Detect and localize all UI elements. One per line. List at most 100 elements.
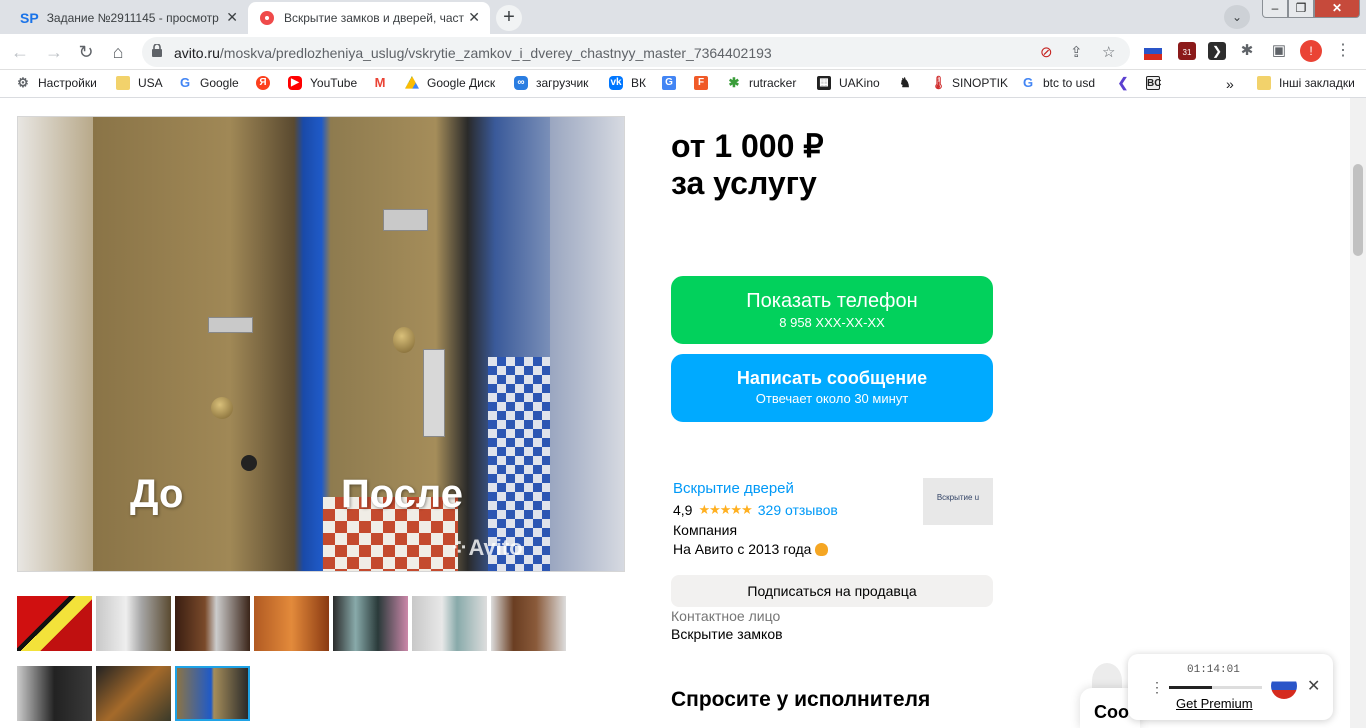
yandex-icon: Я <box>256 76 270 90</box>
drive-icon <box>405 76 419 89</box>
thumbnail[interactable] <box>96 596 171 651</box>
star-icon[interactable]: ☆ <box>1102 43 1115 61</box>
photo-blur-right <box>550 117 624 571</box>
url-path: /moskva/predlozheniya_uslug/vskrytie_zam… <box>219 45 772 61</box>
bookmark-google-drive[interactable]: Google Диск <box>405 76 495 90</box>
sidepanel-icon[interactable]: ▣ <box>1270 42 1288 60</box>
subscribe-seller-button[interactable]: Подписаться на продавца <box>671 575 993 607</box>
translate-icon: G <box>662 76 676 90</box>
arrow-icon: ❮ <box>1117 75 1129 90</box>
bookmark-btc[interactable]: Gbtc to usd <box>1021 76 1095 91</box>
thumbnail[interactable] <box>412 596 487 651</box>
tab-inactive[interactable]: SP Задание №2911145 - просмотр ✕ <box>8 2 248 34</box>
bookmark-settings[interactable]: ⚙ Настройки <box>16 76 97 91</box>
player-progress[interactable] <box>1169 686 1262 689</box>
bookmark-translate[interactable]: G <box>662 76 684 90</box>
audio-player-widget: 01:14:01 ⋮ Get Premium ✕ <box>1128 654 1333 720</box>
more-bookmarks-button[interactable]: » <box>1226 76 1234 92</box>
bookmark-f[interactable]: F <box>694 76 716 90</box>
close-icon[interactable]: ✕ <box>226 9 238 26</box>
seller-name-link[interactable]: Вскрытие дверей <box>673 480 794 497</box>
write-message-label: Написать сообщение <box>736 368 928 388</box>
reload-icon[interactable]: ↻ <box>74 40 98 64</box>
thumbnail[interactable] <box>491 596 566 651</box>
bookmark-gmail[interactable]: M <box>373 76 395 90</box>
folder-icon <box>116 76 130 90</box>
write-message-button[interactable]: Написать сообщение Отвечает около 30 мин… <box>671 354 993 422</box>
forward-icon[interactable]: → <box>42 40 66 64</box>
avito-watermark: ⁘Avito <box>450 535 523 560</box>
maximize-button[interactable]: ❐ <box>1288 0 1314 18</box>
show-phone-button[interactable]: Показать телефон 8 958 XXX-XX-XX <box>671 276 993 344</box>
extension-badge: 31 <box>1182 48 1192 57</box>
tab-strip: SP Задание №2911145 - просмотр ✕ Вскрыти… <box>0 0 1366 34</box>
new-tab-button[interactable]: + <box>496 5 522 31</box>
browser-toolbar: ← → ↻ ⌂ avito.ru/moskva/predlozheniya_us… <box>0 34 1366 70</box>
seller-logo[interactable]: Вскрытие u <box>923 478 993 525</box>
russia-flag-icon[interactable] <box>1144 42 1162 60</box>
close-icon[interactable]: ✕ <box>1307 676 1320 696</box>
gmail-icon: M <box>374 75 386 90</box>
f-icon: F <box>694 76 708 90</box>
bookmark-sinoptik[interactable]: 🌡 SINOPTIK <box>930 75 1008 91</box>
url-host: avito.ru <box>174 45 220 61</box>
player-time: 01:14:01 <box>1187 664 1240 676</box>
scrollbar-thumb[interactable] <box>1353 164 1363 256</box>
thumbnail[interactable] <box>17 596 92 651</box>
close-icon[interactable]: ✕ <box>468 9 480 26</box>
other-bookmarks-folder[interactable]: Інші закладки <box>1257 76 1355 90</box>
tab-active[interactable]: Вскрытие замков и дверей, част ✕ <box>248 2 490 34</box>
photo-caption-after: После <box>341 472 464 516</box>
bookmark-yandex[interactable]: Я <box>256 76 278 90</box>
home-icon[interactable]: ⌂ <box>106 40 130 64</box>
thumbnail[interactable] <box>96 666 171 721</box>
reviews-link[interactable]: 329 отзывов <box>758 502 838 518</box>
thumbnail[interactable] <box>333 596 408 651</box>
bookmark-uakino[interactable]: ▦ UAKino <box>817 76 880 90</box>
window-close-button[interactable]: ✕ <box>1314 0 1360 18</box>
bookmark-vk[interactable]: vk ВК <box>609 76 646 90</box>
share-icon[interactable]: ⇪ <box>1070 43 1083 61</box>
bookmark-youtube[interactable]: ▶ YouTube <box>288 76 357 90</box>
back-icon[interactable]: ← <box>8 40 32 64</box>
badge-icon <box>815 543 829 556</box>
ask-performer-heading: Спросите у исполнителя <box>671 688 931 711</box>
google-icon: G <box>179 75 191 90</box>
door-handle <box>423 349 445 437</box>
thumbnail[interactable] <box>254 596 329 651</box>
address-bar[interactable]: avito.ru/moskva/predlozheniya_uslug/vskr… <box>142 37 1130 67</box>
thumbnail-selected[interactable] <box>175 666 250 721</box>
bookmark-usa[interactable]: USA <box>116 76 163 90</box>
thumbnail[interactable] <box>175 596 250 651</box>
thermometer-icon: 🌡 <box>930 75 947 90</box>
bookmark-chess[interactable]: ♞ <box>898 76 920 90</box>
bookmark-rutracker[interactable]: ✱ rutracker <box>727 76 797 91</box>
loader-icon: ∞ <box>514 76 528 90</box>
door-plate <box>208 317 253 333</box>
menu-icon[interactable]: ⋮ <box>1334 42 1352 60</box>
bookmark-google[interactable]: G Google <box>178 75 239 91</box>
door-knob <box>393 327 415 353</box>
main-photo[interactable]: До После ⁘Avito <box>17 116 625 572</box>
tab-search-icon[interactable]: ⌄ <box>1224 5 1250 29</box>
door-knob <box>211 397 233 419</box>
extension-icon[interactable]: ❯ <box>1208 42 1226 60</box>
bookmark-loader[interactable]: ∞ загрузчик <box>514 76 588 90</box>
avito-favicon-icon <box>260 11 274 25</box>
russia-flag-icon[interactable] <box>1271 673 1297 699</box>
uakino-icon: ▦ <box>817 76 831 90</box>
puzzle-icon[interactable]: ✱ <box>1238 42 1256 60</box>
player-menu-icon[interactable]: ⋮ <box>1150 679 1164 696</box>
seller-type: Компания <box>673 522 738 538</box>
bookmark-bc[interactable]: BC <box>1146 76 1168 90</box>
profile-avatar[interactable]: ! <box>1300 40 1322 62</box>
thumbnail[interactable] <box>17 666 92 721</box>
ublock-icon[interactable]: 31 <box>1178 42 1196 60</box>
minimize-button[interactable]: – <box>1262 0 1288 18</box>
blocked-icon[interactable]: ⊘ <box>1040 43 1053 61</box>
bookmark-arrow[interactable]: ❮ <box>1116 76 1138 90</box>
lock-icon <box>152 44 162 57</box>
show-phone-label: Показать телефон <box>746 290 918 312</box>
page-scrollbar[interactable] <box>1350 98 1366 728</box>
get-premium-link[interactable]: Get Premium <box>1176 696 1253 711</box>
